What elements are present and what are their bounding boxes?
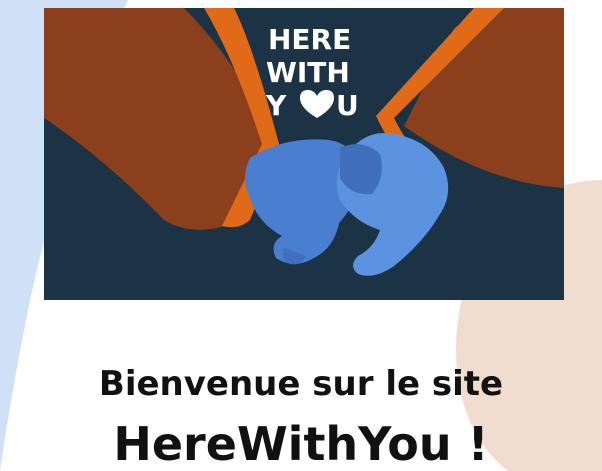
herewithyou-logo: HERE WITH Y U bbox=[265, 23, 359, 122]
logo-line-with: WITH bbox=[266, 56, 350, 89]
welcome-heading-line1: Bienvenue sur le site bbox=[98, 364, 504, 404]
welcome-heading-site-name: HereWithYou ! bbox=[113, 417, 489, 471]
page: HERE WITH Y U Bienvenue sur le site Here… bbox=[0, 0, 602, 471]
logo-letter-u: U bbox=[336, 89, 359, 122]
hero-banner-image: HERE WITH Y U bbox=[44, 8, 564, 300]
logo-letter-y: Y bbox=[265, 89, 287, 122]
logo-line-here: HERE bbox=[268, 23, 351, 56]
